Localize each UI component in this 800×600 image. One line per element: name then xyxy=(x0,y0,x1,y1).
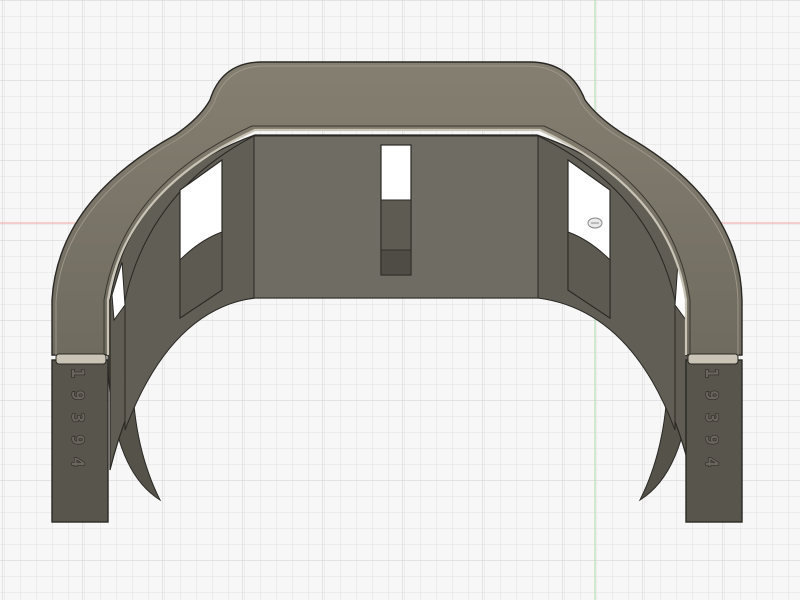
center-slot-floor xyxy=(380,249,412,276)
origin-marker[interactable] xyxy=(587,217,603,229)
left-leg-cap xyxy=(55,353,107,365)
right-leg-cap xyxy=(687,353,739,365)
right-leg-embossed-text: 19394 xyxy=(701,368,721,479)
viewport-canvas[interactable]: 19394 19394 xyxy=(0,0,800,600)
left-leg-embossed-text: 19394 xyxy=(67,368,87,479)
3d-viewport[interactable]: 19394 19394 xyxy=(0,0,800,600)
